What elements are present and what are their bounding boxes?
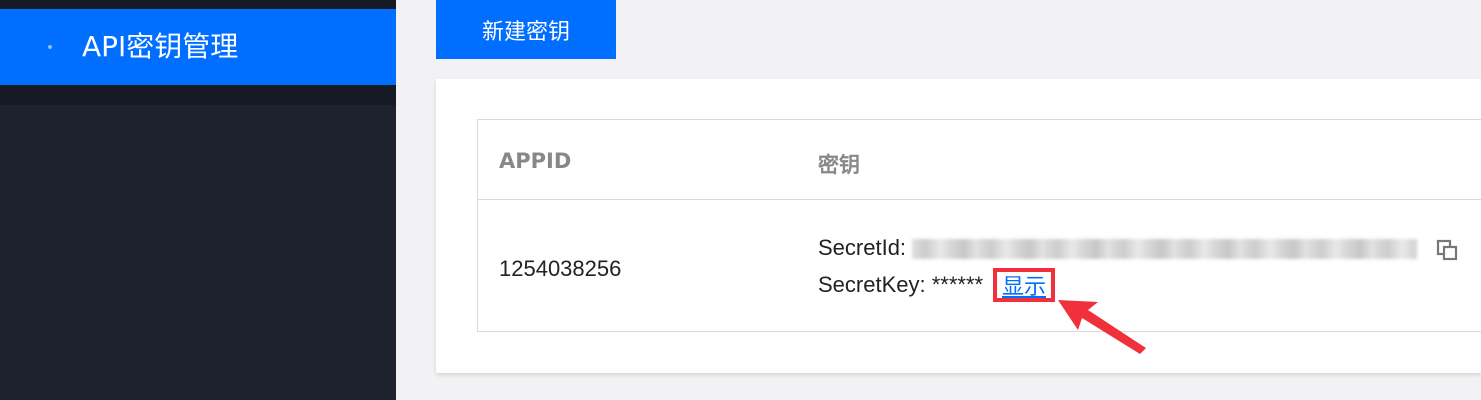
secret-key-line: SecretKey: ******	[818, 272, 983, 298]
secret-id-blurred-value	[912, 239, 1418, 260]
new-key-button[interactable]: 新建密钥	[436, 0, 616, 59]
copy-icon[interactable]	[1436, 239, 1458, 261]
sidebar-divider	[0, 85, 396, 105]
column-header-key: 密钥	[818, 153, 860, 177]
key-table: APPID 密钥 1254038256 SecretId: SecretKey:…	[477, 119, 1481, 332]
sidebar: API密钥管理	[0, 0, 396, 400]
key-panel: APPID 密钥 1254038256 SecretId: SecretKey:…	[436, 79, 1481, 373]
dot-icon	[48, 45, 52, 49]
secret-id-line: SecretId:	[818, 235, 1418, 261]
table-row: 1254038256 SecretId: SecretKey: ****** 显…	[478, 201, 1481, 332]
show-secret-key-link[interactable]: 显示	[993, 268, 1055, 302]
secret-key-masked-value: ******	[931, 272, 984, 297]
appid-value: 1254038256	[499, 256, 622, 281]
arrow-annotation	[1058, 300, 1146, 354]
sidebar-item-label: API密钥管理	[82, 30, 239, 63]
sidebar-top-strip	[0, 0, 396, 9]
column-header-appid: APPID	[499, 149, 572, 173]
secret-key-label: SecretKey:	[818, 272, 926, 297]
sidebar-item-api-keys[interactable]: API密钥管理	[0, 9, 396, 85]
table-header: APPID 密钥	[478, 120, 1481, 200]
secret-id-label: SecretId:	[818, 235, 907, 260]
